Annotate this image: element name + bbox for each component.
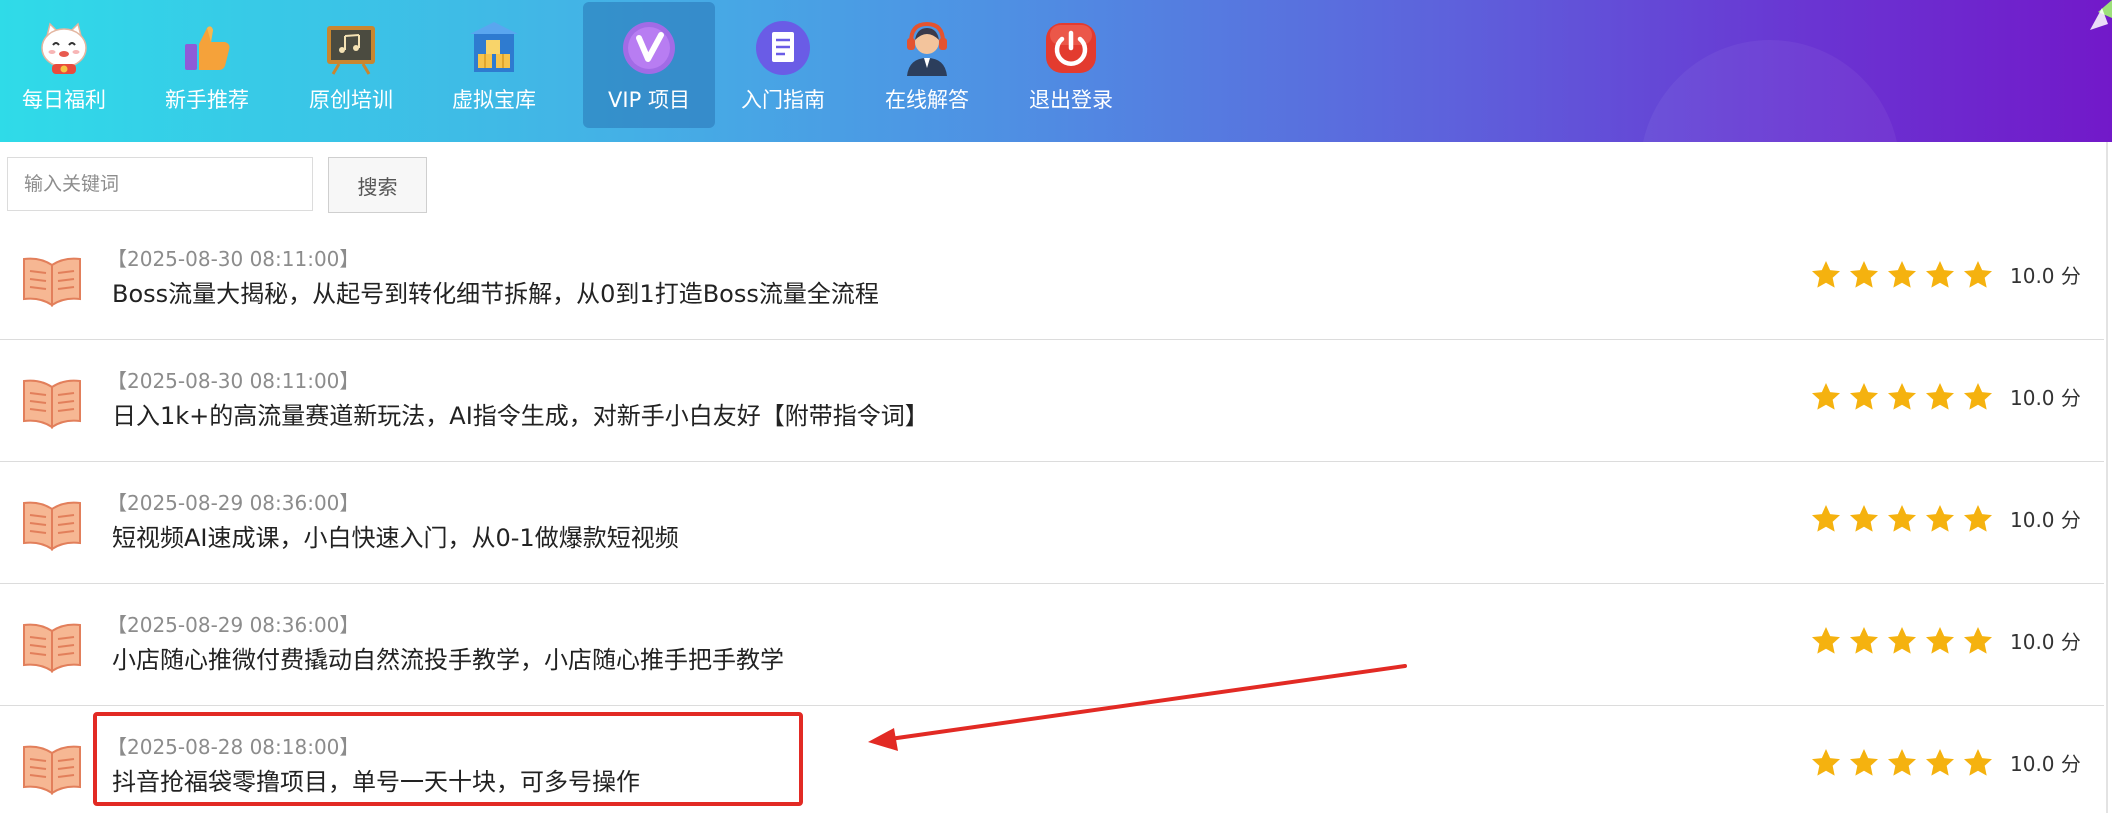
article-score: 10.0 分 [2010,630,2081,654]
treasure-boxes-icon [462,16,526,80]
star-icon [1812,505,1840,532]
list-item[interactable]: 【2025-08-29 08:36:00】 短视频AI速成课，小白快速入门，从0… [0,462,2104,584]
article-title-link[interactable]: 短视频AI速成课，小白快速入门，从0-1做爆款短视频 [112,522,679,554]
open-book-icon [23,623,81,673]
star-icon [1964,627,1992,654]
blackboard-icon [319,16,383,80]
star-icon [1812,749,1840,776]
nav-item-label: 入门指南 [741,88,825,112]
thumbs-up-icon [175,16,239,80]
lucky-cat-icon [32,16,96,80]
nav-item-newbie-recommend[interactable]: 新手推荐 [135,0,279,142]
support-agent-icon [895,16,959,80]
top-navigation-bar: 每日福利 新手推荐 原创培训 虚拟宝库 VIP 项目 入门指南 在线解答 退出登… [0,0,2112,142]
nav-item-label: 退出登录 [1029,88,1113,112]
corner-decoration-icon [2090,0,2112,30]
star-icon [1964,749,1992,776]
article-date: 【2025-08-29 08:36:00】 [107,491,360,515]
nav-item-label: 在线解答 [885,88,969,112]
background-decoration [1640,40,1900,142]
article-score: 10.0 分 [2010,386,2081,410]
star-icon [1926,749,1954,776]
star-icon [1850,505,1878,532]
article-score: 10.0 分 [2010,508,2081,532]
nav-item-daily-welfare[interactable]: 每日福利 [0,0,136,142]
nav-item-label: 每日福利 [22,88,106,112]
star-icon [1926,627,1954,654]
star-icon [1926,383,1954,410]
nav-item-original-training[interactable]: 原创培训 [279,0,423,142]
star-icon [1964,383,1992,410]
power-off-icon [1039,16,1103,80]
scrollbar-track [2106,142,2108,813]
article-date: 【2025-08-30 08:11:00】 [107,247,360,271]
star-icon [1812,627,1840,654]
star-icon [1812,383,1840,410]
star-icon [1888,261,1916,288]
search-input[interactable] [7,157,313,211]
star-icon [1850,749,1878,776]
article-score: 10.0 分 [2010,264,2081,288]
star-icon [1888,505,1916,532]
star-icon [1888,749,1916,776]
vip-badge-icon [617,16,681,80]
list-item[interactable]: 【2025-08-30 08:11:00】 Boss流量大揭秘，从起号到转化细节… [0,218,2104,340]
star-icon [1850,383,1878,410]
article-title-link[interactable]: Boss流量大揭秘，从起号到转化细节拆解，从0到1打造Boss流量全流程 [112,278,879,310]
nav-item-online-answers[interactable]: 在线解答 [855,0,999,142]
article-title-link[interactable]: 小店随心推微付费撬动自然流投手教学，小店随心推手把手教学 [112,644,784,676]
star-icon [1964,261,1992,288]
open-book-icon [23,379,81,429]
article-title-link[interactable]: 日入1k+的高流量赛道新玩法，AI指令生成，对新手小白友好【附带指令词】 [112,400,929,432]
article-date: 【2025-08-30 08:11:00】 [107,369,360,393]
star-icon [1926,505,1954,532]
nav-item-virtual-treasury[interactable]: 虚拟宝库 [422,0,566,142]
rating-stars [1810,259,1994,293]
nav-item-getting-started-guide[interactable]: 入门指南 [711,0,855,142]
list-item[interactable]: 【2025-08-30 08:11:00】 日入1k+的高流量赛道新玩法，AI指… [0,340,2104,462]
open-book-icon [23,501,81,551]
open-book-icon [23,257,81,307]
nav-item-label: 虚拟宝库 [452,88,536,112]
star-icon [1850,627,1878,654]
star-icon [1926,261,1954,288]
nav-item-logout[interactable]: 退出登录 [999,0,1143,142]
rating-stars [1810,503,1994,537]
article-score: 10.0 分 [2010,752,2081,776]
nav-item-vip-projects[interactable]: VIP 项目 [583,2,715,128]
nav-item-label: VIP 项目 [608,88,690,112]
guide-document-icon [751,16,815,80]
open-book-icon [23,745,81,795]
star-icon [1888,627,1916,654]
list-item[interactable]: 【2025-08-29 08:36:00】 小店随心推微付费撬动自然流投手教学，… [0,584,2104,706]
star-icon [1964,505,1992,532]
article-date: 【2025-08-29 08:36:00】 [107,613,360,637]
rating-stars [1810,625,1994,659]
star-icon [1888,383,1916,410]
rating-stars [1810,747,1994,781]
rating-stars [1810,381,1994,415]
nav-item-label: 新手推荐 [165,88,249,112]
star-icon [1812,261,1840,288]
nav-item-label: 原创培训 [309,88,393,112]
search-button[interactable]: 搜索 [328,157,427,213]
annotation-highlight-box [93,712,803,806]
star-icon [1850,261,1878,288]
